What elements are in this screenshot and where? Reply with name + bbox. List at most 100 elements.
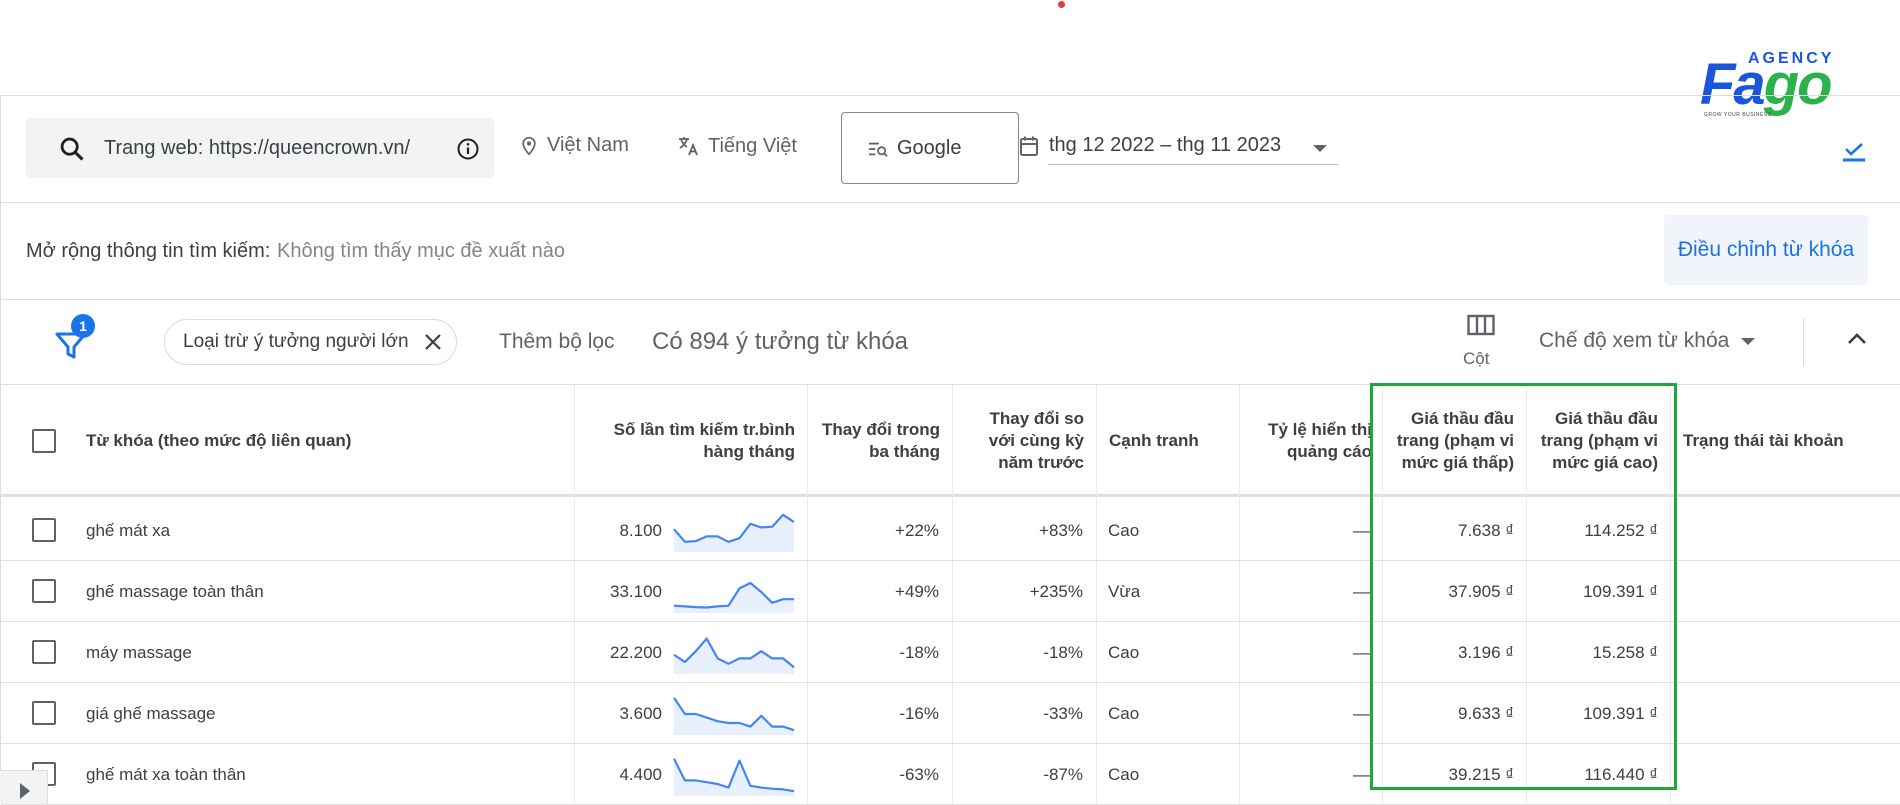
yoy-change-cell: -87% — [1043, 764, 1083, 784]
col-impression-share[interactable]: Tỷ lệ hiển thị quảng cáo — [1239, 385, 1372, 497]
table-row[interactable]: giá ghế massage 3.600 -16% -33% Cao — 9.633 ₫ 1… — [1, 683, 1900, 744]
sparkline-area — [674, 514, 794, 552]
row-checkbox[interactable] — [32, 518, 56, 542]
columns-label: Cột — [1463, 349, 1490, 368]
search-text: Trang web: https://queencrown.vn/ — [104, 137, 411, 159]
three-month-change-cell: -18% — [899, 642, 939, 662]
table-header: Từ khóa (theo mức độ liên quan) Số lần t… — [1, 385, 1900, 497]
sparkline-area — [674, 758, 794, 796]
avg-searches-cell: 22.200 — [610, 642, 662, 662]
broaden-search-value: Không tìm thấy mục đề xuất nào — [277, 240, 565, 262]
keyword-cell: ghế massage toàn thân — [86, 581, 264, 601]
yoy-change-cell: -33% — [1043, 703, 1083, 723]
location-pin-icon — [522, 136, 536, 156]
impression-share-cell: — — [1353, 581, 1370, 601]
chevron-up-icon[interactable] — [1846, 330, 1868, 346]
language-label: Tiếng Việt — [708, 134, 797, 157]
table-row[interactable]: ghế mát xa toàn thân 4.400 -63% -87% Cao — 39.… — [1, 744, 1900, 805]
play-arrow-icon — [20, 783, 30, 799]
bid-low-cell: 3.196 ₫ — [1458, 642, 1514, 662]
view-mode-selector[interactable]: Chế độ xem từ khóa — [1539, 329, 1756, 353]
search-field[interactable]: Trang web: https://queencrown.vn/ — [26, 118, 494, 178]
search-engine-label: Google — [897, 137, 962, 159]
close-icon[interactable] — [422, 331, 444, 353]
bid-low-cell: 39.215 ₫ — [1448, 764, 1514, 784]
col-competition[interactable]: Cạnh tranh — [1096, 385, 1239, 497]
search-icon — [60, 137, 84, 161]
info-icon[interactable] — [456, 137, 480, 161]
table-row[interactable]: ghế mát xa 8.100 +22% +83% Cao — 7.638 ₫ 114.25… — [1, 500, 1900, 561]
impression-share-cell: — — [1353, 764, 1370, 784]
row-checkbox[interactable] — [32, 701, 56, 725]
expand-panel-handle[interactable] — [0, 770, 48, 804]
adult-ideas-filter-chip[interactable]: Loại trừ ý tưởng người lớn — [164, 319, 457, 365]
keyword-cell: ghế mát xa — [86, 520, 171, 540]
row-checkbox[interactable] — [32, 579, 56, 603]
three-month-change-cell: -16% — [899, 703, 939, 723]
date-range-selector[interactable]: thg 12 2022 – thg 11 2023 — [1019, 134, 1281, 157]
yoy-change-cell: +235% — [1029, 581, 1083, 601]
save-check-icon[interactable] — [1841, 141, 1867, 163]
search-engine-selector[interactable]: Google — [841, 112, 1019, 184]
columns-button[interactable]: Cột — [1461, 314, 1501, 374]
col-bid-high[interactable]: Giá thầu đầu trang (phạm vi mức giá cao) — [1526, 385, 1670, 497]
impression-share-cell: — — [1353, 520, 1370, 540]
competition-cell: Cao — [1108, 642, 1140, 662]
table-row[interactable]: ghế massage toàn thân 33.100 +49% +235% Vừa —… — [1, 561, 1900, 622]
sparkline-area — [674, 697, 794, 735]
keyword-cell: giá ghế massage — [86, 703, 216, 723]
date-range-underline — [1048, 164, 1338, 165]
trend-sparkline — [673, 581, 794, 613]
chip-label: Loại trừ ý tưởng người lớn — [183, 331, 409, 352]
location-selector[interactable]: Việt Nam — [519, 134, 629, 157]
columns-icon — [1467, 314, 1495, 336]
broaden-search-row: Mở rộng thông tin tìm kiếm: Không tìm th… — [0, 202, 1900, 299]
broaden-search-label: Mở rộng thông tin tìm kiếm: — [26, 240, 271, 262]
avg-searches-cell: 3.600 — [619, 703, 662, 723]
keyword-idea-count: Có 894 ý tưởng từ khóa — [652, 328, 909, 355]
keyword-ideas-table: Từ khóa (theo mức độ liên quan) Số lần t… — [0, 384, 1900, 805]
date-range-label: thg 12 2022 – thg 11 2023 — [1049, 134, 1282, 156]
translate-icon — [679, 137, 698, 156]
trend-sparkline — [673, 637, 795, 674]
col-bid-low[interactable]: Giá thầu đầu trang (phạm vi mức giá thấp) — [1382, 385, 1526, 497]
row-checkbox[interactable] — [32, 640, 56, 664]
col-three-month-change[interactable]: Thay đổi trong ba tháng — [807, 385, 952, 497]
toolbar-divider — [1803, 318, 1804, 366]
select-all-checkbox[interactable] — [32, 429, 56, 453]
bid-high-cell: 109.391 ₫ — [1583, 703, 1658, 723]
trend-sparkline — [673, 513, 795, 552]
add-filter-button[interactable]: Thêm bộ lọc — [499, 330, 615, 354]
col-yoy-change[interactable]: Thay đổi so với cùng kỳ năm trước — [952, 385, 1096, 497]
chevron-down-icon[interactable] — [1313, 145, 1327, 152]
refine-keywords-button[interactable]: Điều chỉnh từ khóa — [1664, 215, 1868, 285]
language-selector[interactable]: Tiếng Việt — [676, 134, 797, 158]
impression-share-cell: — — [1353, 642, 1370, 662]
avg-searches-cell: 33.100 — [610, 581, 662, 601]
table-row[interactable]: máy massage 22.200 -18% -18% Cao — 3.196 ₫ 15.2… — [1, 622, 1900, 683]
bid-high-cell: 114.252 ₫ — [1584, 520, 1658, 540]
bid-high-cell: 109.391 ₫ — [1583, 581, 1658, 601]
col-account-status[interactable]: Trạng thái tài khoản — [1670, 385, 1900, 497]
competition-cell: Cao — [1108, 703, 1140, 723]
competition-cell: Cao — [1108, 520, 1140, 540]
competition-cell: Vừa — [1108, 581, 1141, 601]
col-avg-monthly-searches[interactable]: Số lần tìm kiếm tr.bình hàng tháng — [574, 385, 807, 497]
location-label: Việt Nam — [547, 134, 629, 156]
three-month-change-cell: -63% — [899, 764, 939, 784]
red-dot — [1058, 1, 1065, 8]
bid-high-cell: 15.258 ₫ — [1592, 642, 1658, 662]
filter-toolbar: 1 Loại trừ ý tưởng người lớn Thêm bộ lọc… — [0, 299, 1900, 384]
caret-down-icon — [1741, 337, 1756, 345]
three-month-change-cell: +49% — [895, 581, 939, 601]
impression-share-cell: — — [1353, 703, 1370, 723]
keyword-cell: ghế mát xa toàn thân — [86, 764, 246, 784]
yoy-change-cell: +83% — [1039, 520, 1083, 540]
bid-low-cell: 7.638 ₫ — [1458, 520, 1514, 540]
network-search-icon — [869, 142, 888, 157]
competition-cell: Cao — [1108, 764, 1140, 784]
col-keyword[interactable]: Từ khóa (theo mức độ liên quan) — [74, 385, 574, 497]
bid-high-cell: 116.440 ₫ — [1584, 764, 1658, 784]
bid-low-cell: 9.633 ₫ — [1458, 703, 1514, 723]
trend-sparkline — [673, 697, 795, 735]
